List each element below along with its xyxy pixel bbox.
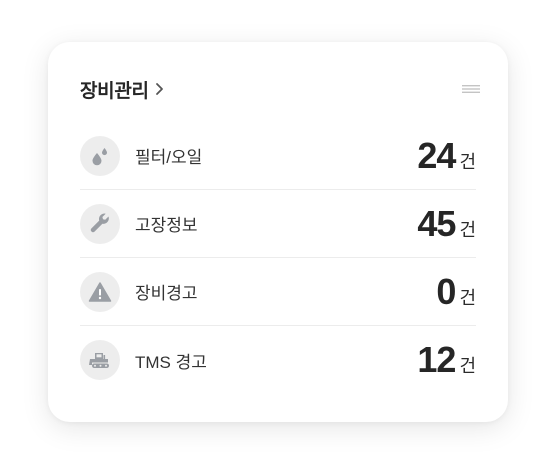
count-value: 0 건 xyxy=(436,271,476,313)
bulldozer-icon xyxy=(80,340,120,380)
count-value: 24 건 xyxy=(417,135,476,177)
list-item-tms-warning[interactable]: TMS 경고 12 건 xyxy=(80,326,476,394)
equipment-management-card: 장비관리 필터/오일 24 건 고장정보 45 건 장비경고 0 건 TMS 경… xyxy=(48,42,508,422)
count-value: 45 건 xyxy=(417,203,476,245)
list-item-label: TMS 경고 xyxy=(135,352,207,372)
list-item-label: 장비경고 xyxy=(135,284,198,303)
list-item-equipment-warning[interactable]: 장비경고 0 건 xyxy=(80,258,476,326)
list-item-label: 고장정보 xyxy=(135,216,198,235)
count-unit: 건 xyxy=(459,287,476,308)
count-number: 0 xyxy=(436,270,456,312)
count-number: 24 xyxy=(417,134,456,176)
card-title-link[interactable]: 장비관리 xyxy=(80,76,164,103)
count-value: 12 건 xyxy=(417,339,476,381)
count-unit: 건 xyxy=(459,356,476,376)
count-number: 45 xyxy=(417,202,456,244)
warning-triangle-icon xyxy=(80,271,120,312)
count-unit: 건 xyxy=(459,151,476,172)
oil-drop-icon xyxy=(80,135,120,176)
count-number: 12 xyxy=(417,339,456,380)
equipment-status-list: 필터/오일 24 건 고장정보 45 건 장비경고 0 건 TMS 경고 12 … xyxy=(80,122,476,394)
list-item-filter-oil[interactable]: 필터/오일 24 건 xyxy=(80,122,476,190)
card-header: 장비관리 xyxy=(80,76,480,103)
hamburger-menu-icon[interactable] xyxy=(460,81,482,97)
list-item-label: 필터/오일 xyxy=(135,148,203,167)
count-unit: 건 xyxy=(459,219,476,240)
chevron-right-icon xyxy=(155,82,164,96)
card-title: 장비관리 xyxy=(80,80,149,102)
wrench-icon xyxy=(80,203,120,244)
list-item-failure-info[interactable]: 고장정보 45 건 xyxy=(80,190,476,258)
